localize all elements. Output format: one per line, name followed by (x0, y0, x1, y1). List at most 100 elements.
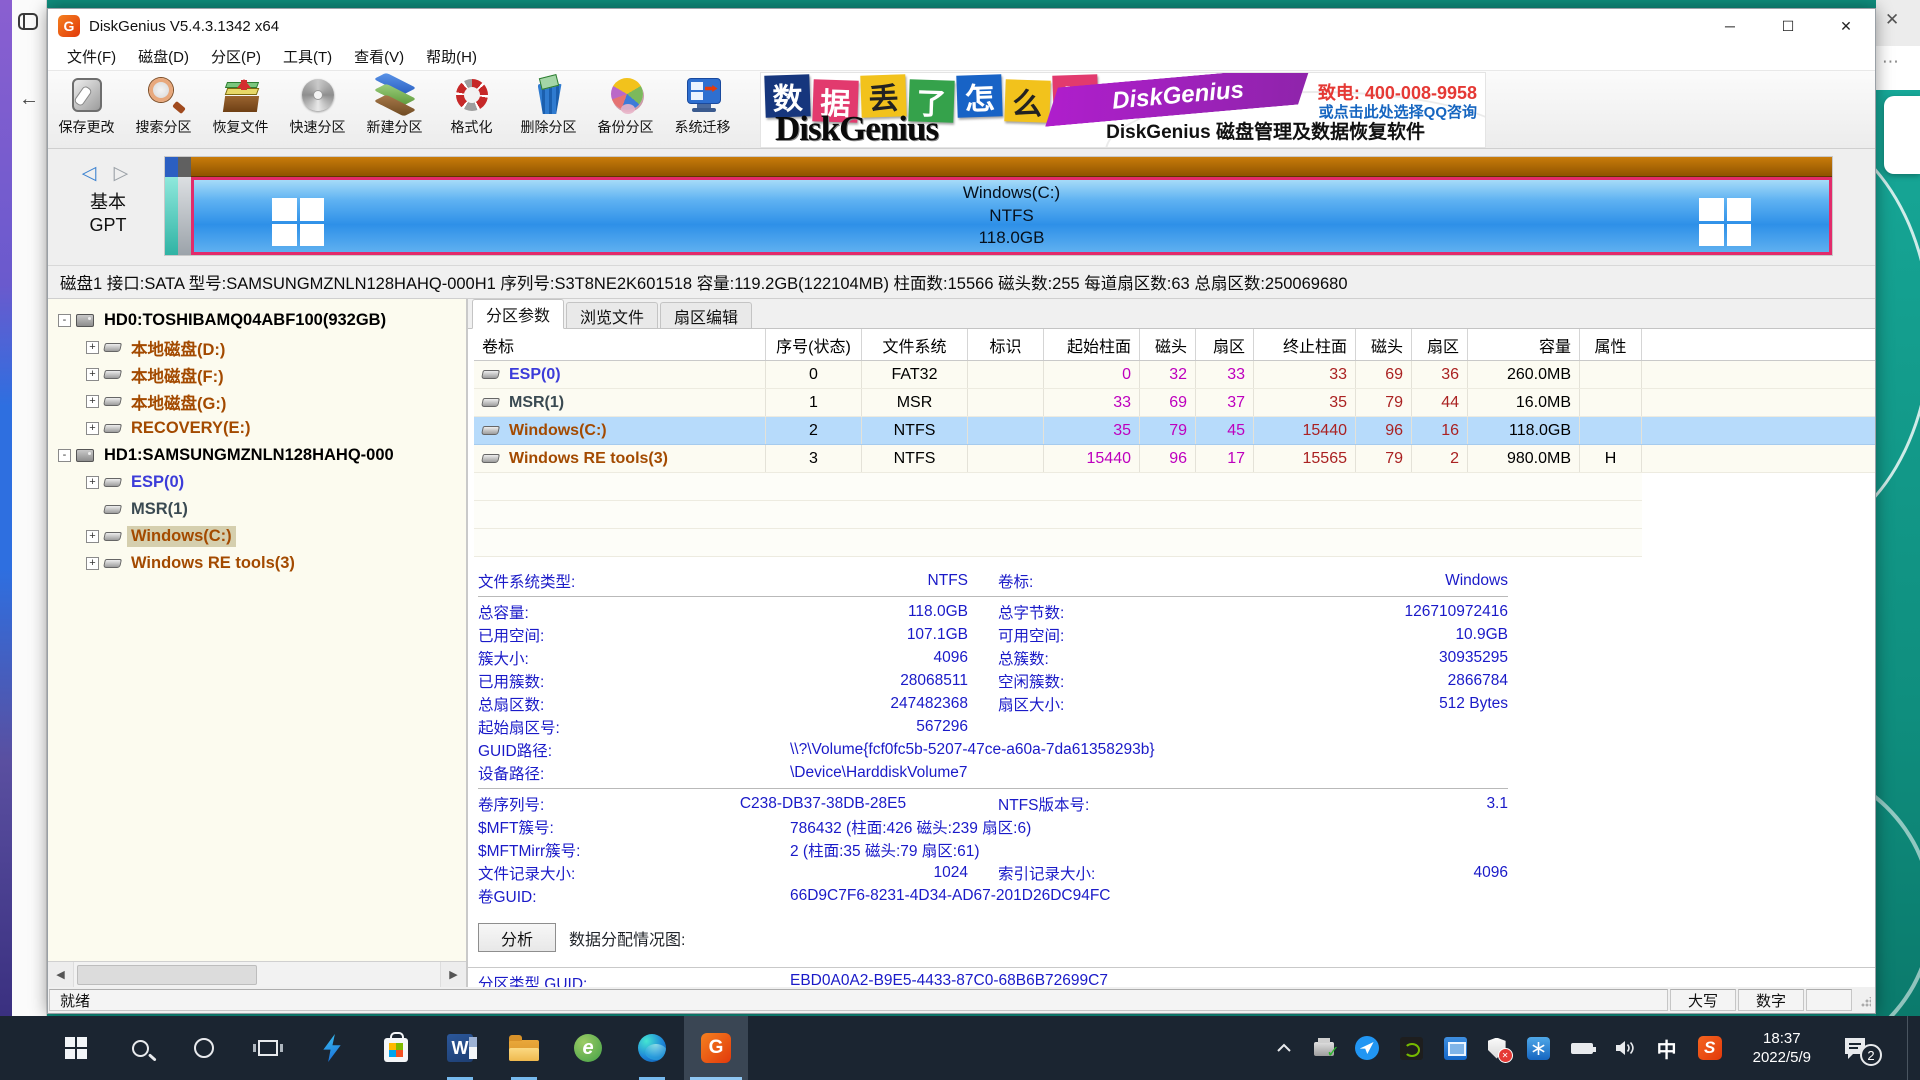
tab-browse-files[interactable]: 浏览文件 (566, 302, 658, 328)
background-window-close[interactable]: ✕ (1876, 0, 1920, 46)
toolbar-button-search[interactable]: 搜索分区 (125, 71, 202, 137)
tray-sogou-icon[interactable]: S (1698, 1036, 1722, 1060)
maximize-button[interactable]: ☐ (1759, 9, 1817, 43)
taskbar-start-button[interactable] (44, 1016, 108, 1080)
expand-icon[interactable]: + (86, 422, 99, 435)
taskbar-ie-button[interactable]: e (556, 1016, 620, 1080)
toolbar-button-save[interactable]: 保存更改 (48, 71, 125, 137)
scroll-right-arrow[interactable]: ▶ (440, 962, 466, 987)
toolbar-button-quick[interactable]: 快速分区 (279, 71, 356, 137)
tray-battery-icon[interactable] (1571, 1043, 1593, 1054)
expand-icon[interactable]: + (86, 530, 99, 543)
collapse-icon[interactable]: - (58, 449, 71, 462)
tree-horizontal-scrollbar[interactable]: ◀ ▶ (48, 961, 466, 987)
tree-item-hd1[interactable]: -HD1:SAMSUNGMZNLN128HAHQ-000 (48, 442, 466, 469)
resize-grip[interactable] (1854, 989, 1874, 1011)
partition-sliver-msr[interactable] (178, 157, 191, 255)
back-arrow-icon[interactable]: ← (19, 88, 46, 111)
analyze-button[interactable]: 分析 (478, 923, 556, 952)
tray-nvidia-icon[interactable] (1400, 1037, 1423, 1060)
tab-sector-edit[interactable]: 扇区编辑 (660, 302, 752, 328)
menu-item-3[interactable]: 工具(T) (272, 43, 343, 70)
ad-banner[interactable]: 数据丢了怎么！ DiskGenius DiskGenius 致电: 400-00… (760, 72, 1486, 148)
expand-icon[interactable]: + (86, 395, 99, 408)
taskbar-explorer-button[interactable] (492, 1016, 556, 1080)
taskbar-cortana-button[interactable] (172, 1016, 236, 1080)
taskbar-store-button[interactable] (364, 1016, 428, 1080)
tray-chevron-icon[interactable] (1275, 1040, 1293, 1056)
scroll-left-arrow[interactable]: ◀ (48, 962, 74, 987)
tree-item-hd0[interactable]: -HD0:TOSHIBAMQ04ABF100(932GB) (48, 307, 466, 334)
menu-item-5[interactable]: 帮助(H) (415, 43, 488, 70)
detail-value: 30935295 (1213, 649, 1508, 667)
partition-sliver-esp[interactable] (165, 157, 178, 255)
prev-disk-arrow[interactable]: ◁ (82, 163, 103, 184)
volume-details: 文件系统类型:NTFS卷标:Windows总容量:118.0GB总字节数:126… (478, 569, 1508, 907)
taskbar-clock[interactable]: 18:37 2022/5/9 (1753, 1029, 1811, 1068)
volume-name-cell: ESP(0) (474, 361, 766, 388)
detail-label: 总容量: (478, 601, 678, 623)
toolbar-button-format[interactable]: 格式化 (433, 71, 510, 137)
menu-item-1[interactable]: 磁盘(D) (127, 43, 200, 70)
menu-item-4[interactable]: 查看(V) (343, 43, 415, 70)
close-button[interactable]: ✕ (1817, 9, 1875, 43)
tree-item-esp[interactable]: +ESP(0) (48, 469, 466, 496)
table-cell (1580, 361, 1642, 388)
tree-item-win-re[interactable]: +Windows RE tools(3) (48, 550, 466, 577)
taskbar-search-button[interactable] (108, 1016, 172, 1080)
expand-icon[interactable]: + (86, 368, 99, 381)
detail-label: 已用空间: (478, 624, 678, 646)
partition-block-label: Windows(C:) NTFS 118.0GB (963, 182, 1060, 251)
tray-bird-icon[interactable] (1355, 1036, 1379, 1060)
tray-shield-icon[interactable] (1488, 1038, 1506, 1059)
tray-ime-icon[interactable]: 中 (1657, 1034, 1677, 1063)
tray-intel-icon[interactable] (1444, 1037, 1467, 1060)
taskbar-task-view-button[interactable] (236, 1016, 300, 1080)
tree-item-msr[interactable]: +MSR(1) (48, 496, 466, 523)
disk-scheme-label: GPT (60, 214, 156, 237)
menu-bar: 文件(F)磁盘(D)分区(P)工具(T)查看(V)帮助(H) (48, 43, 1875, 71)
toolbar-button-new[interactable]: 新建分区 (356, 71, 433, 137)
menu-item-0[interactable]: 文件(F) (56, 43, 127, 70)
expand-icon[interactable]: + (86, 476, 99, 489)
show-desktop-button[interactable] (1907, 1016, 1914, 1080)
table-row-1[interactable]: MSR(1)1MSR33693735794416.0MB (474, 389, 1875, 417)
background-window-more[interactable]: ⋯ (1876, 46, 1920, 90)
table-cell: 69 (1140, 389, 1196, 416)
sidebar-toggle-icon[interactable] (18, 13, 38, 30)
taskbar-apps: WeG (0, 1016, 748, 1080)
toolbar-button-delete[interactable]: 删除分区 (510, 71, 587, 137)
volume-name-cell: MSR(1) (474, 389, 766, 416)
minimize-button[interactable]: ─ (1701, 9, 1759, 43)
tree-item-windows-c[interactable]: +Windows(C:) (48, 523, 466, 550)
partition-block-windows-c[interactable]: Windows(C:) NTFS 118.0GB (191, 177, 1832, 255)
toolbar-button-backup[interactable]: 备份分区 (587, 71, 664, 137)
expand-icon[interactable]: + (86, 341, 99, 354)
table-row-2[interactable]: Windows(C:)2NTFS357945154409616118.0GB (474, 417, 1875, 445)
table-row-0[interactable]: ESP(0)0FAT3203233336936260.0MB (474, 361, 1875, 389)
taskbar-thunder-button[interactable] (300, 1016, 364, 1080)
taskbar-edge-button[interactable] (620, 1016, 684, 1080)
toolbar-button-label: 保存更改 (48, 117, 125, 137)
menu-item-2[interactable]: 分区(P) (200, 43, 272, 70)
tree-item-recovery-e[interactable]: +RECOVERY(E:) (48, 415, 466, 442)
tree-item-local-f[interactable]: +本地磁盘(F:) (48, 361, 466, 388)
notification-center-icon[interactable]: 2 (1842, 1033, 1876, 1063)
taskbar-diskgenius-button[interactable]: G (684, 1016, 748, 1080)
table-row-3[interactable]: Windows RE tools(3)3NTFS1544096171556579… (474, 445, 1875, 473)
collapse-icon[interactable]: - (58, 314, 71, 327)
expand-icon[interactable]: + (86, 557, 99, 570)
toolbar-button-migrate[interactable]: 系统迁移 (664, 71, 741, 137)
taskbar-word-button[interactable]: W (428, 1016, 492, 1080)
tree-item-local-g[interactable]: +本地磁盘(G:) (48, 388, 466, 415)
toolbar-button-recover[interactable]: 恢复文件 (202, 71, 279, 137)
tray-speaker-icon[interactable] (1614, 1039, 1636, 1057)
tray-snowflake-icon[interactable] (1527, 1037, 1550, 1060)
detail-value: 10.9GB (1213, 626, 1508, 644)
tab-partition-params[interactable]: 分区参数 (472, 299, 564, 329)
tree-item-local-d[interactable]: +本地磁盘(D:) (48, 334, 466, 361)
tray-printer-icon[interactable] (1314, 1040, 1334, 1056)
next-disk-arrow[interactable]: ▷ (114, 163, 135, 184)
scrollbar-thumb[interactable] (77, 965, 257, 985)
partition-graphic-panel: ◁ ▷ 基本 GPT Windows(C:) NTFS 118.0GB (48, 149, 1875, 266)
